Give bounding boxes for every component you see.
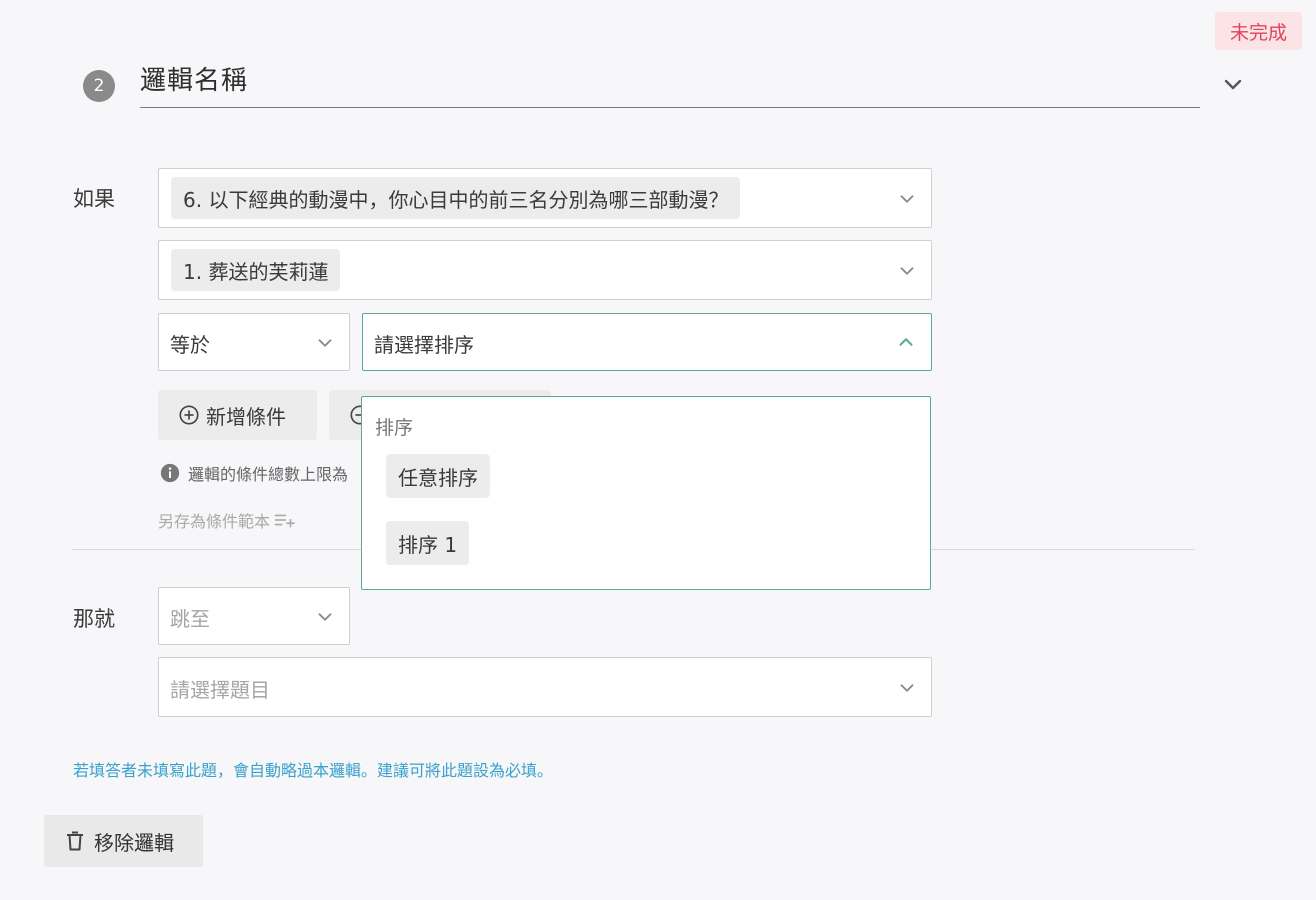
remove-logic-label: 移除邏輯 xyxy=(94,830,174,855)
chevron-down-icon[interactable] xyxy=(1221,72,1245,96)
remove-logic-button[interactable]: 移除邏輯 xyxy=(44,815,203,867)
playlist-add-icon xyxy=(274,514,295,528)
chevron-down-icon xyxy=(900,684,914,692)
info-text: 邏輯的條件總數上限為 xyxy=(188,465,349,484)
add-condition-label: 新增條件 xyxy=(206,404,286,429)
skip-logic-hint: 若填答者未填寫此題，會自動略過本邏輯。建議可將此題設為必填。 xyxy=(73,761,554,780)
option-chip: 1. 葬送的芙莉蓮 xyxy=(171,249,341,291)
trash-icon xyxy=(67,831,83,851)
question-select[interactable]: 6. 以下經典的動漫中，你心目中的前三名分別為哪三部動漫？ xyxy=(158,168,932,228)
dropdown-option-any-rank[interactable]: 任意排序 xyxy=(386,454,490,498)
target-question-select[interactable]: 請選擇題目 xyxy=(158,657,932,717)
then-label: 那就 xyxy=(73,607,115,631)
action-select-placeholder: 跳至 xyxy=(170,607,210,631)
option-select[interactable]: 1. 葬送的芙莉蓮 xyxy=(158,240,932,300)
chevron-down-icon xyxy=(318,613,332,621)
action-select[interactable]: 跳至 xyxy=(158,587,350,645)
operator-value: 等於 xyxy=(170,333,210,357)
rank-dropdown-panel: 排序 任意排序 排序 1 xyxy=(361,396,931,590)
chevron-down-icon xyxy=(900,267,914,275)
target-select-placeholder: 請選擇題目 xyxy=(170,678,270,702)
question-chip: 6. 以下經典的動漫中，你心目中的前三名分別為哪三部動漫？ xyxy=(171,177,741,219)
info-icon xyxy=(160,463,180,483)
chevron-down-icon xyxy=(900,195,914,203)
save-template-link[interactable]: 另存為條件範本 xyxy=(158,508,296,532)
chevron-down-icon xyxy=(318,339,332,347)
dropdown-option-rank-1[interactable]: 排序 1 xyxy=(386,521,470,565)
if-label: 如果 xyxy=(73,187,115,211)
plus-circle-icon xyxy=(179,405,199,425)
add-condition-button[interactable]: 新增條件 xyxy=(158,390,317,440)
rank-select[interactable]: 請選擇排序 xyxy=(362,313,932,371)
operator-select[interactable]: 等於 xyxy=(158,313,350,371)
condition-limit-info: 邏輯的條件總數上限為 xyxy=(160,461,348,485)
status-badge: 未完成 xyxy=(1215,12,1302,50)
rank-select-placeholder: 請選擇排序 xyxy=(374,333,474,357)
logic-name-input[interactable]: 邏輯名稱 xyxy=(140,60,1200,108)
step-number: 2 xyxy=(83,70,115,102)
dropdown-group-label: 排序 xyxy=(375,417,414,439)
chevron-up-icon xyxy=(899,338,913,346)
save-template-label: 另存為條件範本 xyxy=(158,512,271,531)
